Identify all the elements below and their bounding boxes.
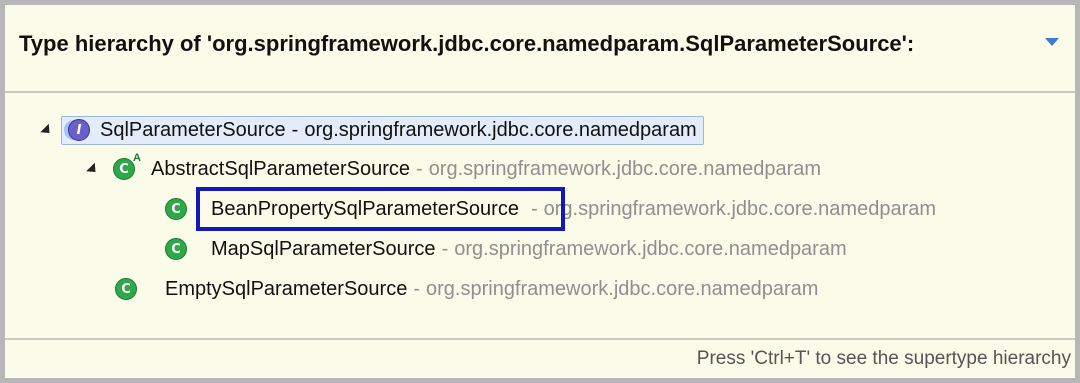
class-icon: C xyxy=(165,238,187,260)
type-hierarchy-popup: Type hierarchy of 'org.springframework.j… xyxy=(0,0,1080,383)
class-icon: C xyxy=(165,198,187,220)
tree-row-root[interactable]: I SqlParameterSource - org.springframewo… xyxy=(40,113,704,147)
view-menu-arrow-icon[interactable] xyxy=(1045,38,1059,46)
separator: - xyxy=(441,237,449,260)
type-name: SqlParameterSource xyxy=(100,118,286,141)
interface-icon: I xyxy=(68,119,90,141)
type-name: EmptySqlParameterSource xyxy=(165,277,408,300)
tree-row-map[interactable]: C MapSqlParameterSource - org.springfram… xyxy=(165,232,847,266)
type-name: AbstractSqlParameterSource xyxy=(151,157,411,180)
popup-header: Type hierarchy of 'org.springframework.j… xyxy=(5,5,1075,93)
package-name: org.springframework.jdbc.core.namedparam xyxy=(426,277,819,300)
separator: - xyxy=(416,157,423,180)
popup-footer: Press 'Ctrl+T' to see the supertype hier… xyxy=(5,338,1075,378)
selected-item[interactable]: I SqlParameterSource - org.springframewo… xyxy=(61,115,704,145)
type-name: MapSqlParameterSource xyxy=(211,237,436,260)
class-icon: C xyxy=(115,278,137,300)
package-name: org.springframework.jdbc.core.namedparam xyxy=(454,237,847,260)
expand-twisty-icon[interactable] xyxy=(40,123,54,137)
status-hint: Press 'Ctrl+T' to see the supertype hier… xyxy=(696,348,1071,369)
package-name: org.springframework.jdbc.core.namedparam xyxy=(428,157,822,180)
abstract-marker: A xyxy=(133,152,141,164)
tree-row-empty[interactable]: C EmptySqlParameterSource - org.springfr… xyxy=(115,272,818,306)
abstract-class-icon: C xyxy=(113,158,135,180)
tree-row-abstract[interactable]: C A AbstractSqlParameterSource - org.spr… xyxy=(86,152,822,186)
highlight-box xyxy=(196,187,565,231)
popup-title: Type hierarchy of 'org.springframework.j… xyxy=(19,31,915,56)
expand-twisty-icon[interactable] xyxy=(86,162,100,176)
separator: - xyxy=(291,118,299,141)
package-name: org.springframework.jdbc.core.namedparam xyxy=(304,118,697,141)
separator: - xyxy=(413,277,420,300)
package-name: org.springframework.jdbc.core.namedparam xyxy=(543,197,937,220)
